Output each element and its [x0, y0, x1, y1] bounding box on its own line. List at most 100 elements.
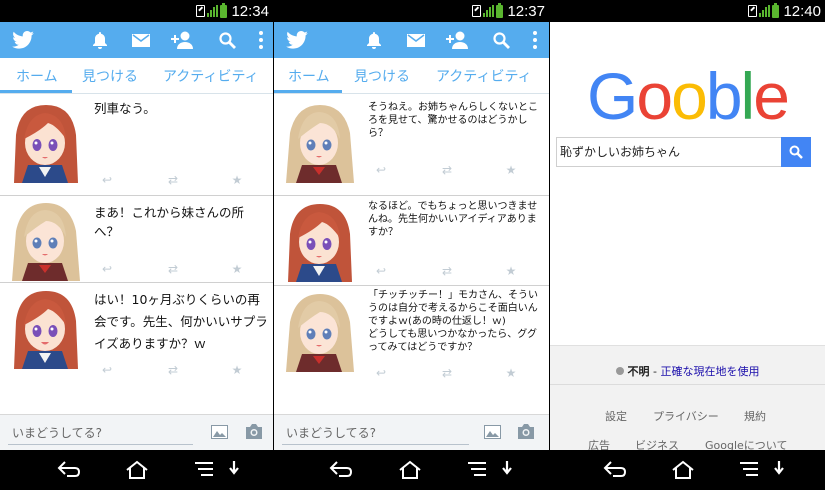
twitter-header [274, 22, 549, 58]
tab-home[interactable]: ホーム [16, 66, 58, 86]
tweet-item[interactable]: なるほど。でもちょっと思いつきませんね。先生何かいいアイディアありますか？ ↩ … [274, 196, 549, 286]
retweet-icon[interactable]: ⇄ [440, 163, 454, 177]
messages-envelope-icon[interactable] [407, 34, 425, 47]
photo-icon[interactable] [484, 425, 501, 439]
footer: 不明 - 正確な現在地を使用 設定 プライバシー 規約 広告 ビジネス Goog… [550, 345, 825, 452]
recent-apps-icon[interactable] [466, 460, 488, 478]
search-input[interactable]: 恥ずかしいお姉ちゃん [556, 137, 811, 167]
reply-icon[interactable]: ↩ [374, 264, 388, 278]
red-haired-girl-avatar[interactable] [6, 287, 84, 369]
overflow-menu-icon[interactable] [259, 31, 263, 49]
favorite-star-icon[interactable]: ★ [504, 264, 518, 278]
battery-icon [220, 2, 228, 18]
camera-icon[interactable] [245, 424, 263, 439]
status-time: 12:34 [231, 2, 269, 20]
status-bar: 12:40 [550, 0, 825, 22]
location-dot-icon [615, 367, 624, 375]
recent-apps-icon[interactable] [738, 460, 760, 478]
reply-icon[interactable]: ↩ [374, 366, 388, 380]
reply-icon[interactable]: ↩ [374, 163, 388, 177]
camera-icon[interactable] [517, 424, 535, 439]
photo-icon[interactable] [211, 425, 228, 439]
tab-home[interactable]: ホーム [288, 66, 330, 86]
download-arrow-icon[interactable] [228, 460, 240, 478]
add-user-icon[interactable] [171, 31, 193, 49]
tab-activity[interactable]: アクティビティ [436, 66, 532, 86]
messages-envelope-icon[interactable] [132, 34, 150, 47]
tweet-item[interactable]: 「チッチッチー！」モカさん、そういうのは自分で考えるからこそ面白いんですよｗ(あ… [274, 286, 549, 414]
status-bar: 12:37 [274, 0, 549, 22]
search-icon [789, 145, 803, 159]
compose-input[interactable]: いまどうしてる? [8, 423, 193, 445]
blonde-girl-avatar[interactable] [6, 199, 84, 281]
tab-bar: ホーム 見つける アクティビティ [274, 58, 549, 94]
favorite-star-icon[interactable]: ★ [230, 363, 244, 377]
overflow-menu-icon[interactable] [533, 31, 537, 49]
tab-discover[interactable]: 見つける [82, 66, 138, 86]
tweet-text: そうねえ。お姉ちゃんらしくないところを見せて、驚かせるのはどうかしら？ [368, 102, 538, 139]
gooble-logo: Gooble [550, 58, 825, 134]
recent-apps-icon[interactable] [193, 460, 215, 478]
favorite-star-icon[interactable]: ★ [230, 262, 244, 276]
red-haired-girl-avatar[interactable] [6, 101, 84, 183]
back-icon[interactable] [57, 460, 81, 478]
home-icon[interactable] [125, 460, 149, 480]
reply-icon[interactable]: ↩ [100, 262, 114, 276]
signal-icon [483, 5, 495, 17]
retweet-icon[interactable]: ⇄ [166, 173, 180, 187]
footer-link-settings[interactable]: 設定 [605, 408, 627, 424]
favorite-star-icon[interactable]: ★ [504, 163, 518, 177]
download-arrow-icon[interactable] [501, 460, 513, 478]
retweet-icon[interactable]: ⇄ [440, 264, 454, 278]
android-nav-bar [0, 450, 273, 490]
search-icon[interactable] [493, 32, 510, 49]
tweet-item[interactable]: まあ！これから妹さんの所へ？ ↩ ⇄ ★ [0, 196, 273, 283]
sim-icon [196, 5, 206, 17]
retweet-icon[interactable]: ⇄ [440, 366, 454, 380]
logo-letter: e [753, 59, 790, 133]
favorite-star-icon[interactable]: ★ [504, 366, 518, 380]
reply-icon[interactable]: ↩ [100, 363, 114, 377]
add-user-icon[interactable] [446, 31, 468, 49]
search-icon[interactable] [219, 32, 236, 49]
footer-link-privacy[interactable]: プライバシー [653, 408, 719, 424]
home-icon[interactable] [671, 460, 695, 480]
tweet-item[interactable]: 列車なう。 ↩ ⇄ ★ [0, 95, 273, 196]
back-icon[interactable] [329, 460, 353, 478]
compose-bar: いまどうしてる? [0, 414, 273, 450]
compose-input[interactable]: いまどうしてる? [282, 423, 469, 445]
search-button[interactable] [781, 137, 811, 167]
active-tab-indicator [0, 90, 72, 93]
tweet-item[interactable]: そうねえ。お姉ちゃんらしくないところを見せて、驚かせるのはどうかしら？ ↩ ⇄ … [274, 95, 549, 196]
use-precise-location-link[interactable]: 正確な現在地を使用 [660, 365, 759, 378]
blonde-girl-avatar[interactable] [280, 290, 358, 372]
back-icon[interactable] [603, 460, 627, 478]
blonde-girl-avatar[interactable] [280, 101, 358, 183]
location-separator: - [649, 365, 661, 378]
tab-discover[interactable]: 見つける [354, 66, 410, 86]
status-bar: 12:34 [0, 0, 273, 22]
tweet-item[interactable]: はい！10ヶ月ぶりくらいの再会です。先生、何かいいサプライズありますか？ｗ ↩ … [0, 283, 273, 414]
download-arrow-icon[interactable] [773, 460, 785, 478]
red-haired-girl-avatar[interactable] [280, 200, 358, 282]
notifications-bell-icon[interactable] [366, 32, 382, 49]
tweet-actions: ↩ ⇄ ★ [100, 173, 242, 187]
twitter-screen-2: 12:37 ホーム 見つける アクティビティ そうねえ。お姉ちゃんらしくないとこ… [274, 0, 550, 490]
twitter-bird-icon[interactable] [286, 31, 308, 49]
active-tab-indicator [274, 90, 342, 93]
gooble-screen: 12:40 Gooble 恥ずかしいお姉ちゃん 不明 - 正確な現在地を使用 設… [550, 0, 825, 490]
home-icon[interactable] [398, 460, 422, 480]
reply-icon[interactable]: ↩ [100, 173, 114, 187]
tweet-actions: ↩ ⇄ ★ [100, 262, 242, 276]
twitter-bird-icon[interactable] [12, 31, 34, 49]
tweet-text: まあ！これから妹さんの所へ？ [94, 205, 245, 239]
signal-icon [759, 5, 771, 17]
retweet-icon[interactable]: ⇄ [166, 262, 180, 276]
notifications-bell-icon[interactable] [92, 32, 108, 49]
tweet-text: なるほど。でもちょっと思いつきませんね。先生何かいいアイディアありますか？ [368, 201, 538, 238]
tab-activity[interactable]: アクティビティ [163, 66, 259, 86]
footer-link-terms[interactable]: 規約 [744, 408, 766, 424]
retweet-icon[interactable]: ⇄ [166, 363, 180, 377]
compose-bar: いまどうしてる? [274, 414, 549, 450]
favorite-star-icon[interactable]: ★ [230, 173, 244, 187]
